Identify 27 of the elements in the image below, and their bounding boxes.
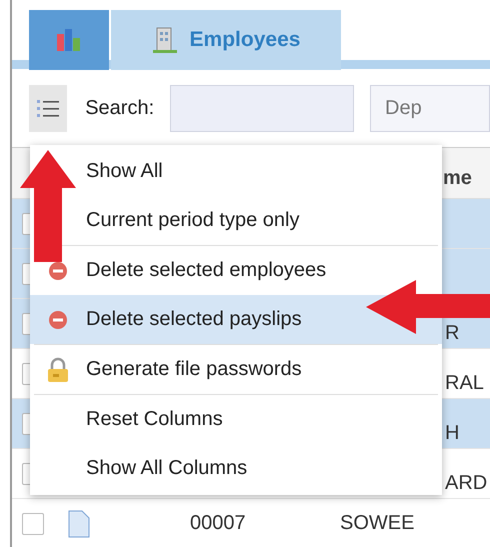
table-cell-text: R <box>445 322 460 346</box>
department-field[interactable]: Dep <box>370 84 490 132</box>
search-label: Search: <box>85 96 154 120</box>
menu-item[interactable]: Delete selected payslips <box>30 295 442 344</box>
chart-tab[interactable] <box>29 10 109 70</box>
building-icon <box>152 26 178 54</box>
table-cell-text: RAL <box>445 372 484 396</box>
menu-item[interactable]: Reset Columns <box>30 395 442 444</box>
menu-item[interactable]: Show All <box>30 147 442 196</box>
delete-icon <box>48 260 68 280</box>
search-field[interactable] <box>170 84 354 132</box>
table-cell-text: ARD <box>445 472 488 496</box>
menu-item[interactable]: Delete selected employees <box>30 246 442 295</box>
list-icon <box>37 98 60 118</box>
row-checkbox[interactable] <box>22 512 44 534</box>
document-icon <box>68 510 90 538</box>
menu-item[interactable]: Show All Columns <box>30 444 442 493</box>
bar-chart-icon <box>56 28 82 52</box>
menu-item[interactable]: Generate file passwords <box>30 345 442 394</box>
delete-icon <box>48 310 68 330</box>
table-cell: SOWEE <box>340 512 414 535</box>
lock-icon <box>47 356 69 382</box>
menu-button[interactable] <box>29 84 68 132</box>
menu-item[interactable]: Current period type only <box>30 196 442 245</box>
column-header: me <box>443 167 472 190</box>
table-cell-text: 00007 <box>190 512 247 535</box>
table-cell-text: H <box>445 422 460 446</box>
